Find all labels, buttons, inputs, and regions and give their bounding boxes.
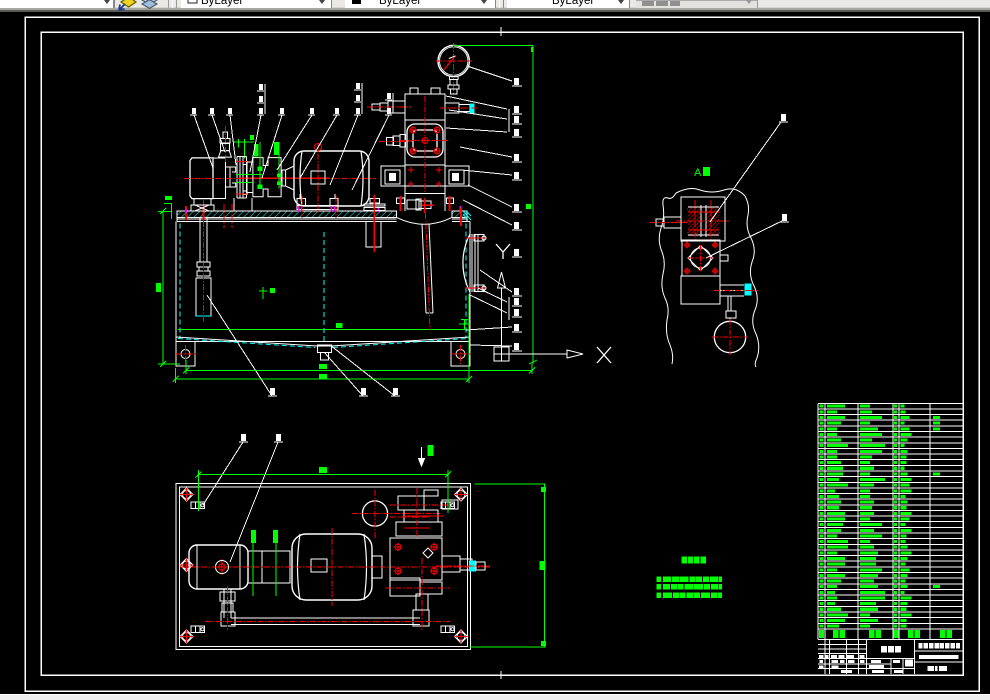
svg-text:ByLayer: ByLayer xyxy=(201,0,243,7)
svg-text:ByLayer: ByLayer xyxy=(379,0,421,7)
svg-text:ByLayer: ByLayer xyxy=(552,0,594,7)
svg-text:A: A xyxy=(694,167,702,179)
